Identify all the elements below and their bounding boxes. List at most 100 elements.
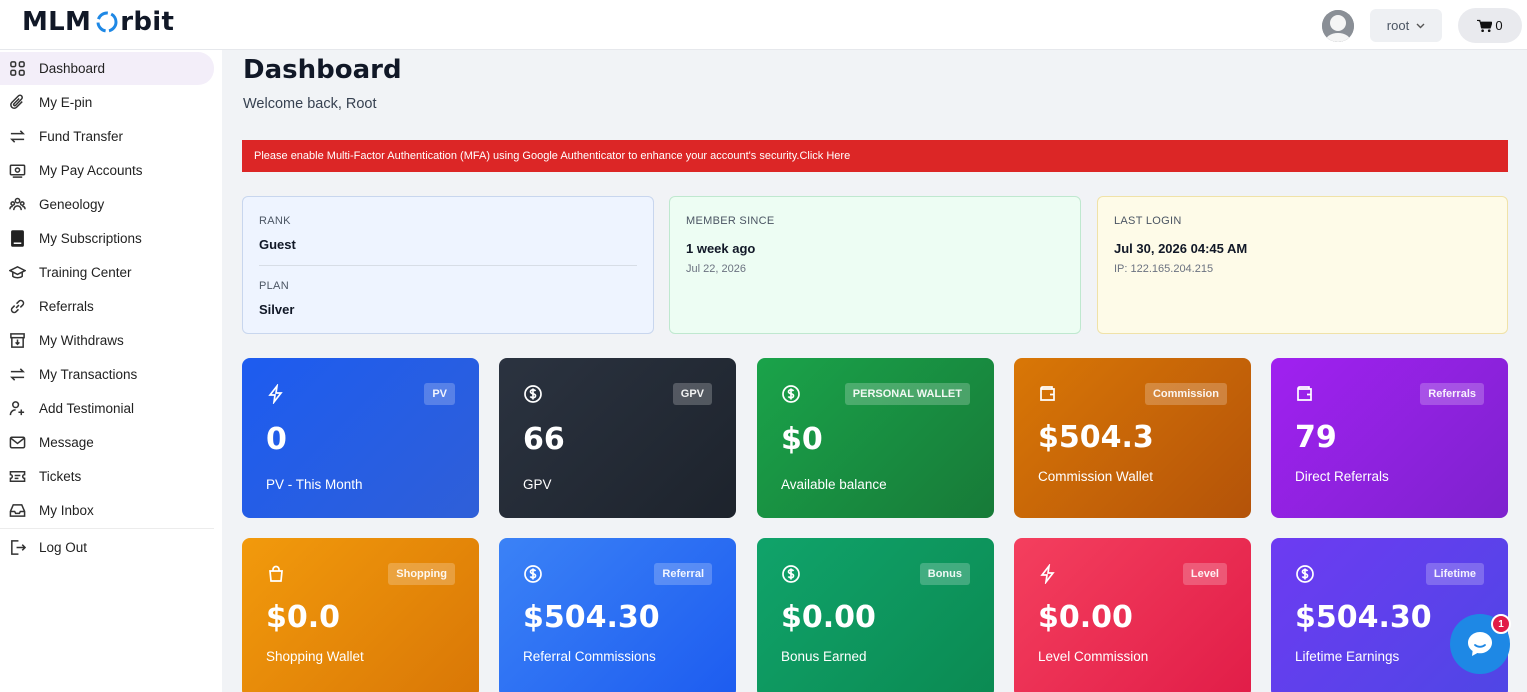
bolt-icon xyxy=(1038,562,1058,586)
stat-badge: Level xyxy=(1182,563,1227,585)
sidebar-item-my-pay-accounts[interactable]: My Pay Accounts xyxy=(0,154,214,187)
stat-card[interactable]: Shopping $0.0 Shopping Wallet xyxy=(242,538,479,692)
mfa-alert-text: Please enable Multi-Factor Authenticatio… xyxy=(254,150,851,162)
stat-badge: PV xyxy=(424,383,455,405)
member-since-label: MEMBER SINCE xyxy=(686,215,775,227)
last-login-label: LAST LOGIN xyxy=(1114,215,1182,227)
sidebar-item-tickets[interactable]: Tickets xyxy=(0,460,214,493)
stat-card[interactable]: Level $0.00 Level Commission xyxy=(1014,538,1251,692)
stat-badge: Lifetime xyxy=(1425,563,1484,585)
top-bar: MLM rbit root 0 xyxy=(0,0,1527,50)
stat-card[interactable]: Commission $504.3 Commission Wallet xyxy=(1014,358,1251,518)
sidebar-item-training-center[interactable]: Training Center xyxy=(0,256,214,289)
bag-icon xyxy=(266,564,286,584)
sidebar-item-my-withdraws[interactable]: My Withdraws xyxy=(0,324,214,357)
archive-icon xyxy=(8,332,26,350)
book-icon xyxy=(8,230,26,248)
inbox-icon xyxy=(8,502,26,520)
user-avatar-icon xyxy=(1322,10,1354,42)
sidebar-item-label: Training Center xyxy=(39,265,132,280)
last-login-ip: IP: 122.165.204.215 xyxy=(1114,263,1214,275)
stat-card[interactable]: Referral $504.30 Referral Commissions xyxy=(499,538,736,692)
dollar-circle-icon xyxy=(781,384,801,404)
ticket-icon xyxy=(8,468,26,486)
stat-card[interactable]: Referrals 79 Direct Referrals xyxy=(1271,358,1508,518)
sidebar-item-my-inbox[interactable]: My Inbox xyxy=(0,494,214,527)
stat-value: $0.00 xyxy=(1038,600,1133,635)
stat-badge: Commission xyxy=(1144,383,1227,405)
sidebar-item-label: My E-pin xyxy=(39,95,93,110)
stat-card[interactable]: PERSONAL WALLET $0 Available balance xyxy=(757,358,994,518)
stat-card[interactable]: Bonus $0.00 Bonus Earned xyxy=(757,538,994,692)
cart-count: 0 xyxy=(1495,18,1503,33)
brand-logo[interactable]: MLM rbit xyxy=(22,7,174,37)
dollar-circle-icon xyxy=(523,564,543,584)
sidebar-item-my-e-pin[interactable]: My E-pin xyxy=(0,86,214,119)
user-menu-button[interactable]: root xyxy=(1370,9,1442,42)
transfer-arrows-icon xyxy=(8,128,26,146)
grid-icon xyxy=(8,60,26,78)
sidebar-item-label: Add Testimonial xyxy=(39,401,135,416)
rank-label: RANK xyxy=(259,215,291,227)
avatar[interactable] xyxy=(1322,10,1354,42)
orbit-logo-icon xyxy=(96,11,118,33)
sidebar-item-label: Referrals xyxy=(39,299,94,314)
sidebar-item-message[interactable]: Message xyxy=(0,426,214,459)
sidebar-item-label: Message xyxy=(39,435,94,450)
envelope-icon xyxy=(8,434,26,452)
paperclip-icon xyxy=(8,94,26,112)
mfa-alert-banner[interactable]: Please enable Multi-Factor Authenticatio… xyxy=(242,140,1508,172)
bolt-icon xyxy=(266,382,286,406)
sidebar-item-geneology[interactable]: Geneology xyxy=(0,188,214,221)
logo-text-left: MLM xyxy=(22,7,92,37)
stat-badge: Referrals xyxy=(1420,383,1484,405)
username-label: root xyxy=(1386,18,1410,33)
sidebar: Dashboard My E-pin Fund Transfer My Pay … xyxy=(0,50,222,692)
wallet-icon xyxy=(1038,384,1058,404)
sidebar-item-log-out[interactable]: Log Out xyxy=(0,531,214,564)
stat-value: $504.30 xyxy=(523,600,660,635)
stat-caption: Available balance xyxy=(781,477,887,492)
wallet-icon xyxy=(1295,384,1315,404)
dollar-circle-icon xyxy=(781,564,801,584)
sidebar-item-label: My Transactions xyxy=(39,367,138,382)
sidebar-item-label: My Inbox xyxy=(39,503,94,518)
stat-caption: Referral Commissions xyxy=(523,649,656,664)
dollar-circle-icon xyxy=(1295,564,1315,584)
stat-caption: Commission Wallet xyxy=(1038,469,1154,484)
plan-label: PLAN xyxy=(259,280,289,292)
stat-value: $0.0 xyxy=(266,600,341,635)
stat-caption: Level Commission xyxy=(1038,649,1149,664)
graduation-cap-icon xyxy=(8,264,26,282)
plan-value: Silver xyxy=(259,302,295,317)
stat-caption: Bonus Earned xyxy=(781,649,867,664)
stat-card[interactable]: GPV 66 GPV xyxy=(499,358,736,518)
stat-badge: GPV xyxy=(672,383,712,405)
sidebar-item-referrals[interactable]: Referrals xyxy=(0,290,214,323)
dollar-circle-icon xyxy=(523,384,543,404)
transfer-arrows-icon xyxy=(8,366,26,384)
sidebar-item-label: Log Out xyxy=(39,540,88,555)
member-since-value: 1 week ago xyxy=(686,241,756,256)
page-title: Dashboard xyxy=(243,55,402,85)
sidebar-item-label: Dashboard xyxy=(39,61,106,76)
sidebar-item-my-subscriptions[interactable]: My Subscriptions xyxy=(0,222,214,255)
sidebar-item-label: My Subscriptions xyxy=(39,231,142,246)
sidebar-item-add-testimonial[interactable]: Add Testimonial xyxy=(0,392,214,425)
sidebar-item-fund-transfer[interactable]: Fund Transfer xyxy=(0,120,214,153)
stat-value: 79 xyxy=(1295,420,1337,455)
page-subtitle: Welcome back, Root xyxy=(243,96,377,112)
stat-badge: PERSONAL WALLET xyxy=(844,383,970,405)
stat-caption: PV - This Month xyxy=(266,477,363,492)
sidebar-item-dashboard[interactable]: Dashboard xyxy=(0,52,214,85)
sidebar-item-my-transactions[interactable]: My Transactions xyxy=(0,358,214,391)
stat-caption: Direct Referrals xyxy=(1295,469,1389,484)
stat-value: $504.30 xyxy=(1295,600,1432,635)
cart-button[interactable]: 0 xyxy=(1458,8,1522,43)
stat-card[interactable]: PV 0 PV - This Month xyxy=(242,358,479,518)
stat-value: $0.00 xyxy=(781,600,876,635)
sidebar-item-label: Geneology xyxy=(39,197,105,212)
stat-badge: Referral xyxy=(654,563,712,585)
user-plus-icon xyxy=(8,400,26,418)
link-icon xyxy=(8,298,26,316)
